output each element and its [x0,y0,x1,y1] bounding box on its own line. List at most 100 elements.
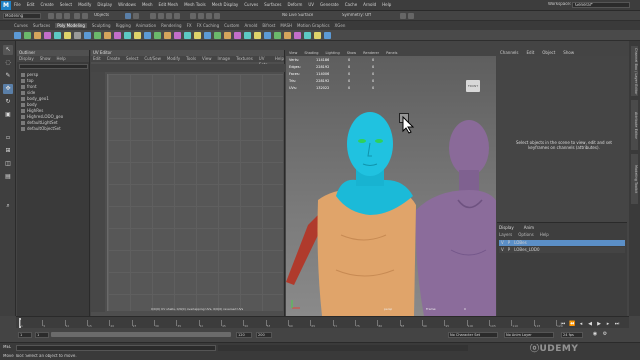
shelf-tab-bifrost[interactable]: Bifrost [262,23,275,28]
layer-visibility-toggle[interactable]: V [501,240,504,246]
shelf-tool-icon[interactable] [54,32,61,39]
shelf-tool-icon[interactable] [104,32,111,39]
shelf-tool-icon[interactable] [294,32,301,39]
uv-menu-item[interactable]: Modify [167,56,180,62]
shelf-tool-icon[interactable] [264,32,271,39]
snap-point-icon[interactable] [166,13,172,19]
render-icon[interactable] [198,13,204,19]
redo-icon[interactable] [82,13,88,19]
command-input[interactable] [16,345,216,351]
uv-menu-item[interactable]: Cut/Sew [144,56,161,62]
shelf-tool-icon[interactable] [94,32,101,39]
shelf-tool-icon[interactable] [244,32,251,39]
snap-curve-icon[interactable] [158,13,164,19]
select-by-component-icon[interactable] [133,13,139,19]
play-backwards-icon[interactable]: ◀ [587,321,593,327]
outliner-item[interactable]: defaultObjectSet [21,126,61,131]
menu-uv[interactable]: UV [308,2,314,7]
channel-tab-edit[interactable]: Edit [527,50,535,56]
shelf-tool-icon[interactable] [194,32,201,39]
shelf-tool-icon[interactable] [184,32,191,39]
save-scene-icon[interactable] [64,13,70,19]
shelf-tool-icon[interactable] [204,32,211,39]
menu-windows[interactable]: Windows [118,2,136,7]
menu-set-select[interactable]: Modeling [3,13,41,19]
ipr-render-icon[interactable] [206,13,212,19]
shelf-tool-icon[interactable] [304,32,311,39]
outliner-item[interactable]: body_geo1 [21,96,49,101]
step-forward-icon[interactable]: ▸ [605,321,611,327]
character-set-select[interactable]: No Character Set [448,332,498,338]
uv-menu-item[interactable]: Help [275,56,284,62]
shelf-tool-icon[interactable] [124,32,131,39]
lasso-tool-icon[interactable]: ◌ [3,58,13,68]
shelf-tab-surfaces[interactable]: Surfaces [33,23,50,28]
layer-menu-layers[interactable]: Layers [499,232,512,237]
new-scene-icon[interactable] [48,13,54,19]
shelf-tool-icon[interactable] [114,32,121,39]
go-to-end-icon[interactable]: ⏭ [614,321,620,327]
outliner-menu-display[interactable]: Display [19,56,34,62]
uv-menu-item[interactable]: View [202,56,212,62]
shelf-tab-custom[interactable]: Custom [224,23,239,28]
fps-select[interactable]: 24 fps [561,332,583,338]
render-settings-icon[interactable] [214,13,220,19]
outliner-item[interactable]: persp [21,72,38,77]
go-to-start-icon[interactable]: ⏮ [560,321,566,327]
shelf-tool-icon[interactable] [254,32,261,39]
history-icon[interactable] [190,13,196,19]
play-forwards-icon[interactable]: ▶ [596,321,602,327]
select-by-hierarchy-icon[interactable] [125,13,131,19]
move-tool-icon[interactable]: ✥ [3,84,13,94]
shelf-tool-icon[interactable] [174,32,181,39]
menu-modify[interactable]: Modify [78,2,91,7]
zoom-icon[interactable]: ⌕ [3,201,13,211]
shelf-tab-rigging[interactable]: Rigging [116,23,131,28]
uv-menu-item[interactable]: Textures [236,56,253,62]
menu-cache[interactable]: Cache [345,2,357,7]
rotate-tool-icon[interactable]: ↻ [3,97,13,107]
shelf-tool-icon[interactable] [324,32,331,39]
shelf-tool-icon[interactable] [24,32,31,39]
layer-tab-anim[interactable]: Anim [524,225,534,230]
step-back-icon[interactable]: ◂ [578,321,584,327]
anim-layer-select[interactable]: No Anim Layer [504,332,554,338]
menu-deform[interactable]: Deform [287,2,302,7]
shelf-tab-mash[interactable]: MASH [280,23,292,28]
uv-menu-item[interactable]: Edit [93,56,101,62]
menu-select[interactable]: Select [60,2,72,7]
shelf-tool-icon[interactable] [154,32,161,39]
uv-menu-item[interactable]: Select [126,56,138,62]
paint-select-icon[interactable]: ✎ [3,71,13,81]
outliner-item[interactable]: body [21,102,37,107]
persp-outliner-icon[interactable]: ◫ [3,159,13,169]
uv-menu-item[interactable]: Tools [186,56,196,62]
shelf-tool-icon[interactable] [74,32,81,39]
uv-menu-item[interactable]: Image [218,56,231,62]
shelf-tool-icon[interactable] [274,32,281,39]
snap-grid-icon[interactable] [150,13,156,19]
channel-tab-channels[interactable]: Channels [500,50,519,56]
menu-mesh-tools[interactable]: Mesh Tools [184,2,206,7]
shelf-tool-icon[interactable] [284,32,291,39]
auto-key-icon[interactable]: ◉ [592,331,598,337]
channel-tab-show[interactable]: Show [563,50,574,56]
end-time-field[interactable]: 200 [256,332,272,338]
layer-visibility-toggle[interactable]: V [501,247,504,253]
shelf-tool-icon[interactable] [44,32,51,39]
open-scene-icon[interactable] [56,13,62,19]
undo-icon[interactable] [74,13,80,19]
menu-create[interactable]: Create [40,2,53,7]
layer-row[interactable]: V P LOBes [499,240,625,246]
shelf-tool-icon[interactable] [164,32,171,39]
shelf-tab-motion-graphics[interactable]: Motion Graphics [297,23,330,28]
sign-in-icon[interactable] [408,13,414,19]
playback-end-field[interactable]: 120 [236,332,252,338]
selection-mode[interactable]: Objects [94,13,109,18]
shelf-tool-icon[interactable] [134,32,141,39]
shelf-tool-icon[interactable] [34,32,41,39]
shelf-tab-sculpting[interactable]: Sculpting [92,23,111,28]
outliner-item[interactable]: defaultLightSet [21,120,58,125]
menu-surfaces[interactable]: Surfaces [264,2,281,7]
four-view-icon[interactable]: ⊞ [3,146,13,156]
